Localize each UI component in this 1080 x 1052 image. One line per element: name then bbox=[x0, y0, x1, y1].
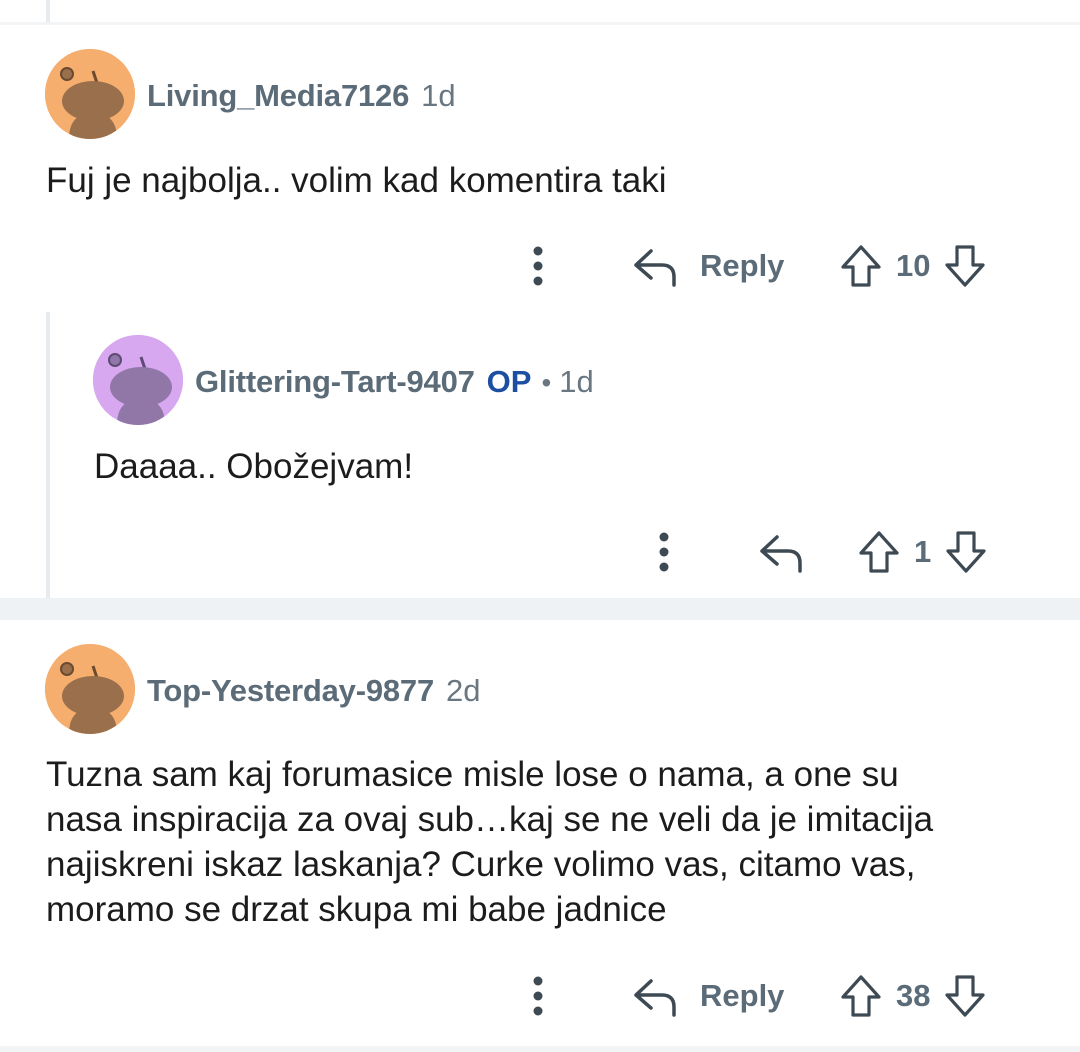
upvote-arrow-icon[interactable] bbox=[840, 974, 882, 1018]
comment-separator bbox=[0, 598, 1080, 620]
vote-controls: 10 bbox=[840, 236, 986, 296]
avatar[interactable] bbox=[93, 335, 183, 425]
comment-line: nasa inspiracija za ovaj sub…kaj se ne v… bbox=[46, 800, 934, 839]
vote-score: 10 bbox=[896, 248, 931, 283]
upvote-arrow-icon[interactable] bbox=[858, 530, 900, 574]
vote-score: 38 bbox=[896, 978, 931, 1013]
timestamp: 1d bbox=[559, 364, 594, 399]
more-options-button[interactable] bbox=[524, 236, 552, 296]
reply-arrow-icon bbox=[634, 979, 676, 1017]
reply-label: Reply bbox=[700, 248, 785, 283]
snoo-avatar-icon bbox=[45, 644, 135, 734]
vote-controls: 38 bbox=[840, 966, 986, 1026]
username[interactable]: Top-Yesterday-9877 bbox=[147, 673, 434, 709]
comment-line: moramo se drzat skupa mi babe jadnice bbox=[46, 890, 667, 929]
reply-button[interactable] bbox=[758, 522, 804, 582]
reply-button[interactable]: Reply bbox=[632, 966, 784, 1026]
timestamp: 1d bbox=[421, 78, 456, 113]
downvote-arrow-icon[interactable] bbox=[945, 530, 987, 574]
timestamp: 2d bbox=[446, 673, 481, 708]
vote-score: 1 bbox=[914, 534, 932, 569]
upvote-arrow-icon[interactable] bbox=[840, 244, 882, 288]
downvote-arrow-icon[interactable] bbox=[944, 974, 986, 1018]
comment-body: Daaaa.. Obožejvam! bbox=[94, 447, 414, 486]
downvote-arrow-icon[interactable] bbox=[944, 244, 986, 288]
reply-label: Reply bbox=[700, 978, 785, 1013]
more-options-button[interactable] bbox=[650, 522, 678, 582]
avatar[interactable] bbox=[45, 644, 135, 734]
more-vertical-icon bbox=[533, 246, 543, 286]
comment-line: Tuzna sam kaj forumasice misle lose o na… bbox=[46, 755, 899, 794]
comment-body: Fuj je najbolja.. volim kad komentira ta… bbox=[46, 161, 667, 200]
op-badge: OP bbox=[486, 364, 532, 399]
reply-arrow-icon bbox=[634, 249, 676, 287]
thread-line bbox=[46, 0, 50, 22]
reply-button[interactable]: Reply bbox=[632, 236, 784, 296]
username[interactable]: Living_Media7126 bbox=[147, 78, 409, 114]
snoo-avatar-icon bbox=[45, 49, 135, 139]
username[interactable]: Glittering-Tart-9407 bbox=[195, 364, 475, 400]
avatar[interactable] bbox=[45, 49, 135, 139]
comment-body: Tuzna sam kaj forumasice misle lose o na… bbox=[46, 752, 933, 932]
vote-controls: 1 bbox=[858, 522, 987, 582]
divider bbox=[0, 1046, 1080, 1052]
more-options-button[interactable] bbox=[524, 966, 552, 1026]
snoo-avatar-icon bbox=[93, 335, 183, 425]
separator: • bbox=[541, 367, 552, 398]
divider bbox=[0, 22, 1080, 25]
more-vertical-icon bbox=[533, 976, 543, 1016]
comment-line: najiskreni iskaz laskanja? Curke volimo … bbox=[46, 845, 916, 884]
more-vertical-icon bbox=[659, 532, 669, 572]
reply-arrow-icon bbox=[760, 535, 802, 573]
